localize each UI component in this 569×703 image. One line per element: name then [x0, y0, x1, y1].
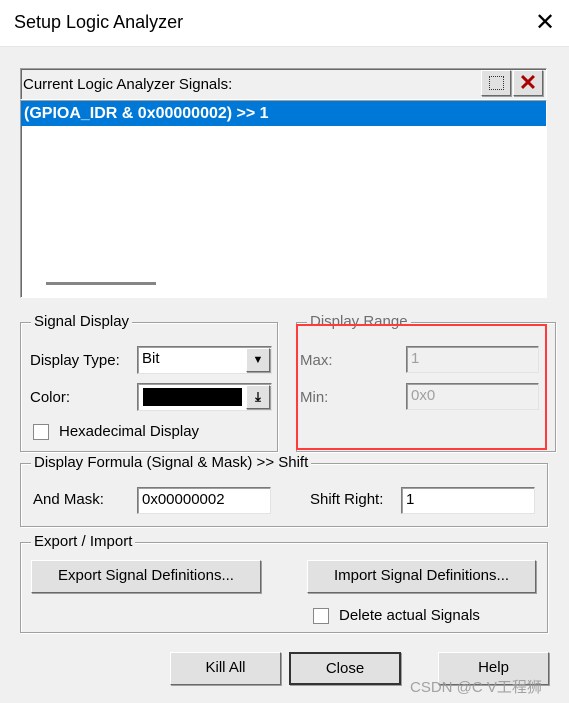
color-swatch [143, 388, 242, 406]
signals-label: Current Logic Analyzer Signals: [23, 76, 233, 93]
display-type-value: Bit [142, 350, 160, 367]
and-mask-label: And Mask: [33, 491, 104, 508]
kill-all-button[interactable]: Kill All [170, 652, 281, 685]
hex-display-label: Hexadecimal Display [59, 423, 200, 440]
window-title: Setup Logic Analyzer [14, 12, 184, 32]
delete-signals-checkbox[interactable] [313, 608, 329, 624]
color-label: Color: [30, 389, 71, 406]
display-type-select[interactable]: Bit ▼ [137, 346, 272, 374]
export-import-legend: Export / Import [31, 533, 136, 550]
import-button[interactable]: Import Signal Definitions... [307, 560, 536, 593]
hex-display-checkbox[interactable] [33, 424, 49, 440]
close-button[interactable]: Close [289, 652, 401, 685]
delete-signals-label: Delete actual Signals [339, 607, 480, 624]
arrow-down-icon[interactable]: ⤓ [246, 385, 270, 409]
new-icon [488, 76, 504, 90]
signals-list[interactable]: (GPIOA_IDR & 0x00000002) >> 1 [20, 100, 547, 298]
chevron-down-icon[interactable]: ▼ [246, 348, 270, 372]
highlight-box [296, 324, 547, 450]
and-mask-input[interactable]: 0x00000002 [137, 487, 271, 514]
close-window-button[interactable]: ✕ [530, 8, 560, 37]
export-button[interactable]: Export Signal Definitions... [31, 560, 261, 593]
delete-signal-button[interactable]: ✕ [513, 70, 543, 96]
formula-legend: Display Formula (Signal & Mask) >> Shift [31, 454, 312, 471]
display-type-label: Display Type: [30, 352, 120, 369]
shift-right-input[interactable]: 1 [401, 487, 535, 514]
signal-item[interactable]: (GPIOA_IDR & 0x00000002) >> 1 [21, 101, 546, 126]
delete-icon: ✕ [518, 70, 538, 95]
color-select[interactable]: ⤓ [137, 383, 272, 411]
new-signal-button[interactable] [481, 70, 511, 96]
shift-right-label: Shift Right: [310, 491, 384, 508]
signal-display-legend: Signal Display [31, 313, 133, 330]
watermark: CSDN @C V工程狮 [410, 679, 542, 696]
horizontal-scrollbar[interactable] [46, 282, 156, 285]
